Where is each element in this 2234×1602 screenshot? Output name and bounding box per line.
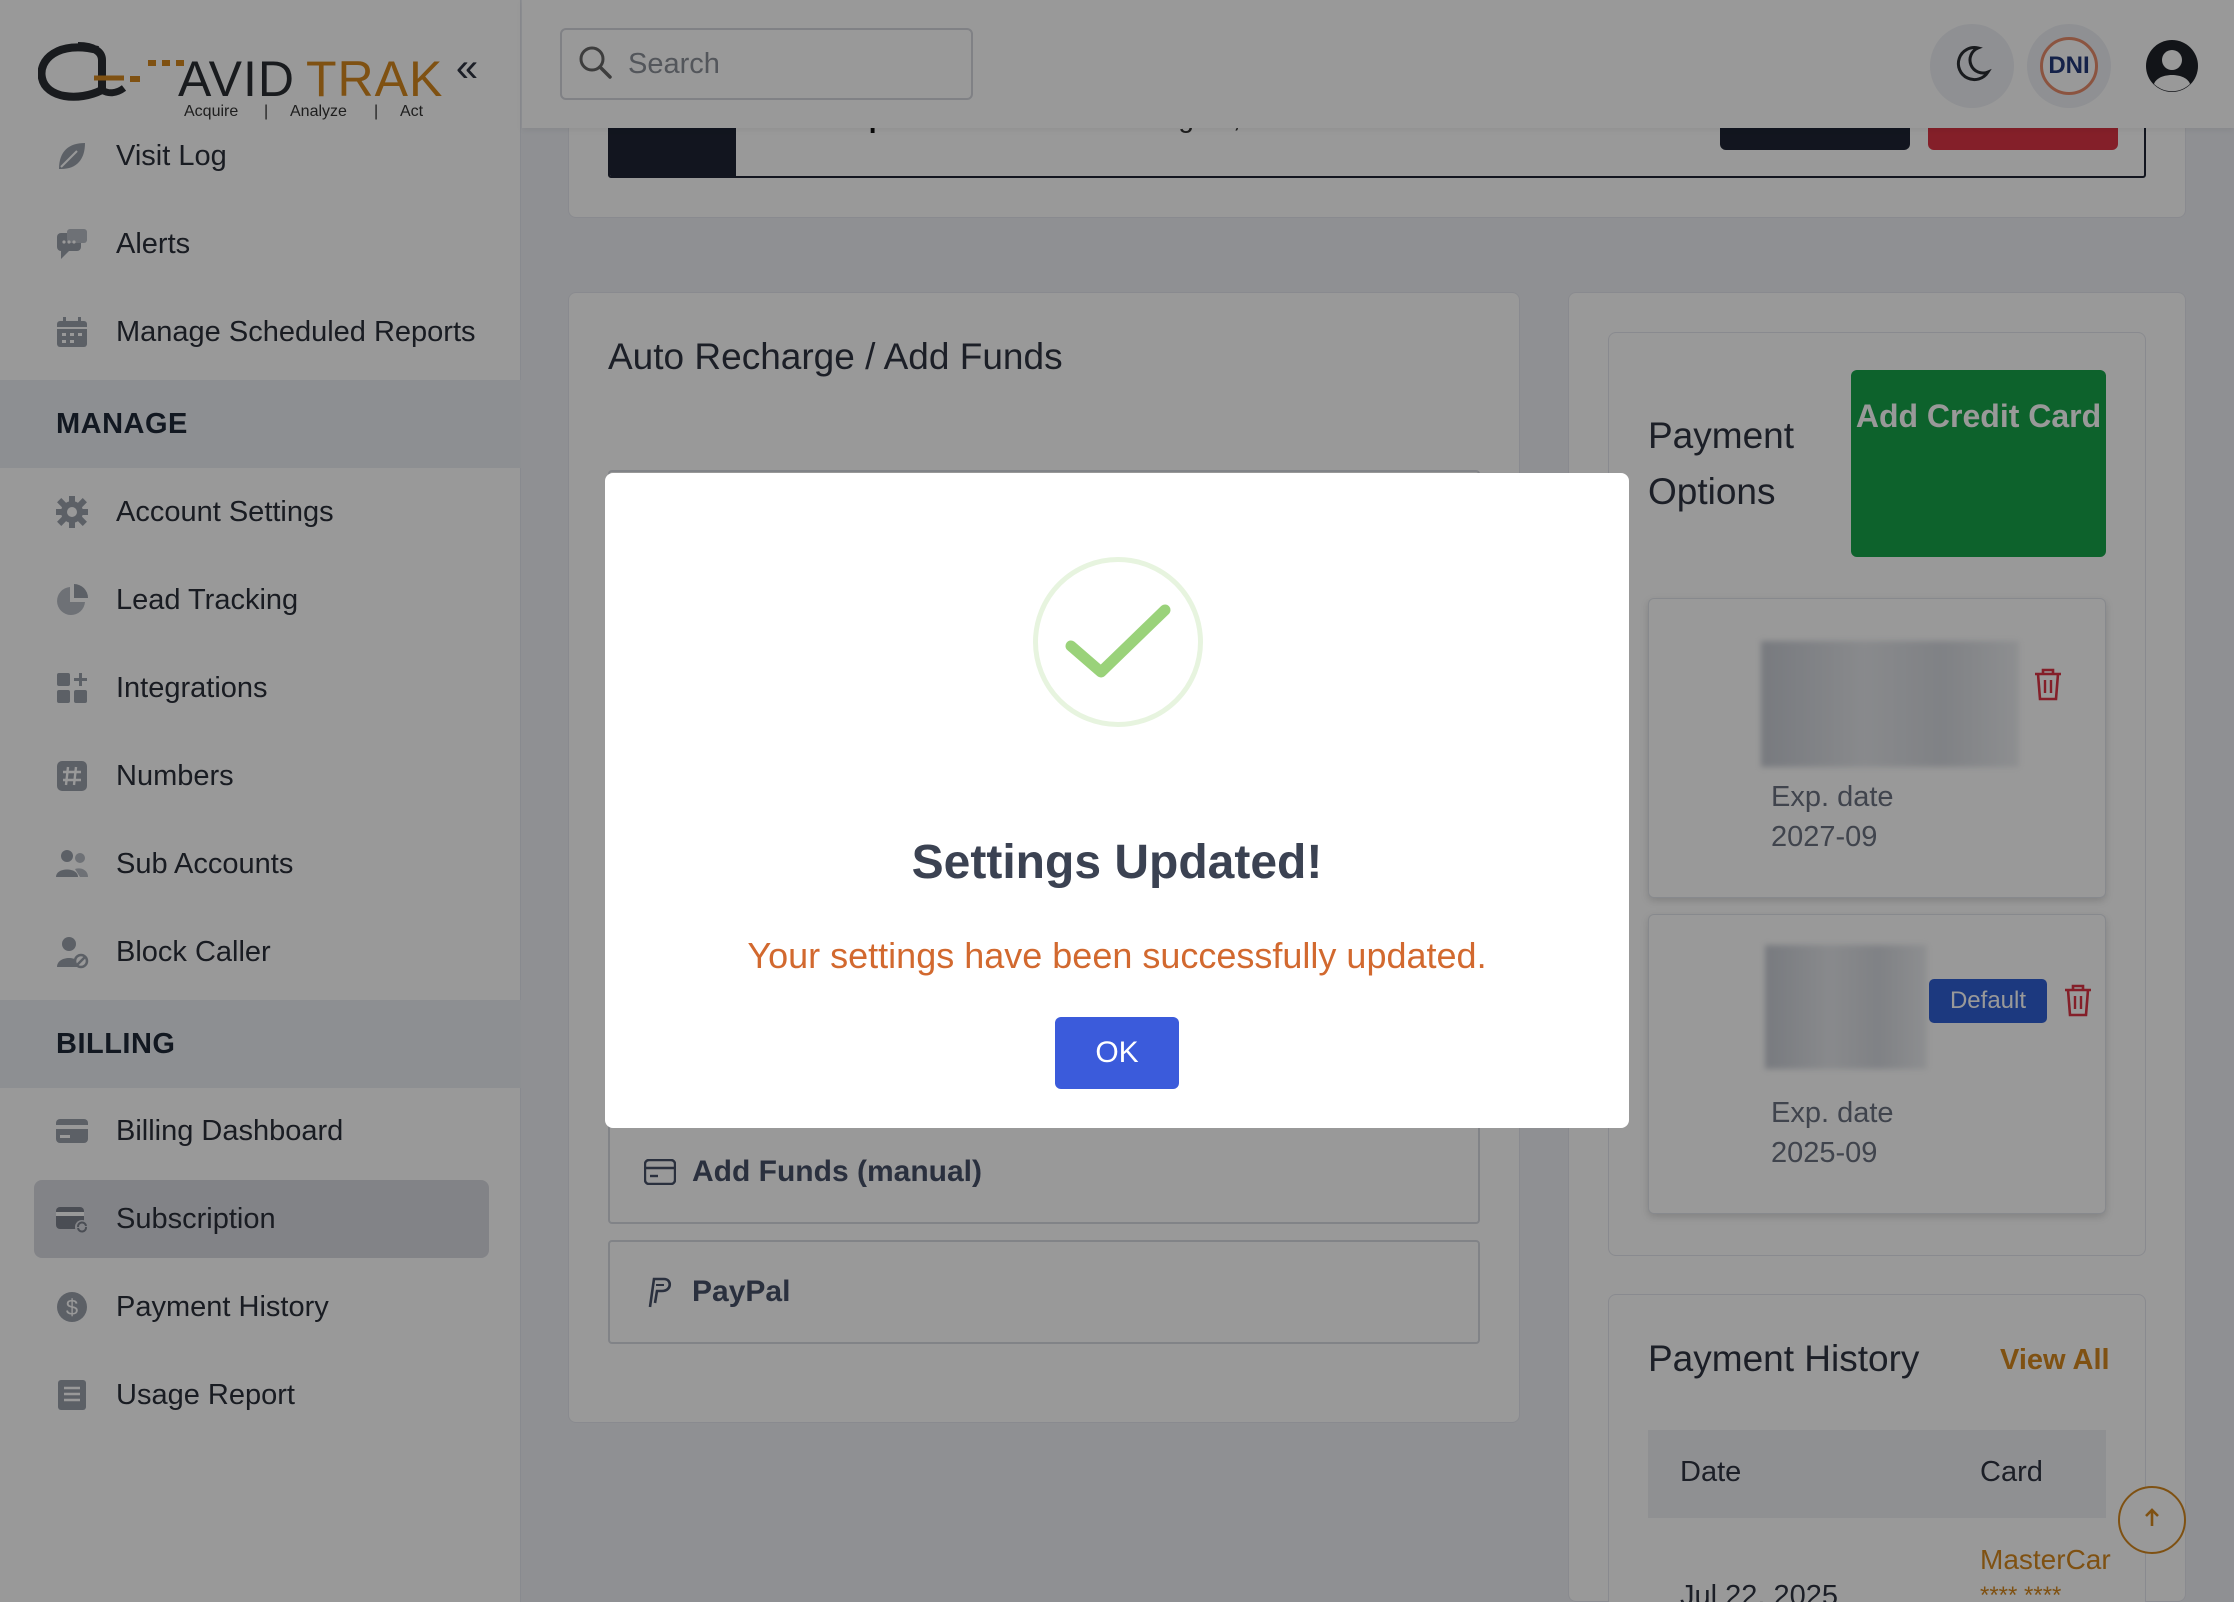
ok-button[interactable]: OK	[1055, 1017, 1179, 1089]
modal-title: Settings Updated!	[911, 836, 1323, 889]
settings-updated-dialog: Settings Updated! Your settings have bee…	[605, 473, 1629, 1128]
success-check-icon	[1033, 557, 1203, 727]
modal-message: Your settings have been successfully upd…	[747, 935, 1487, 976]
